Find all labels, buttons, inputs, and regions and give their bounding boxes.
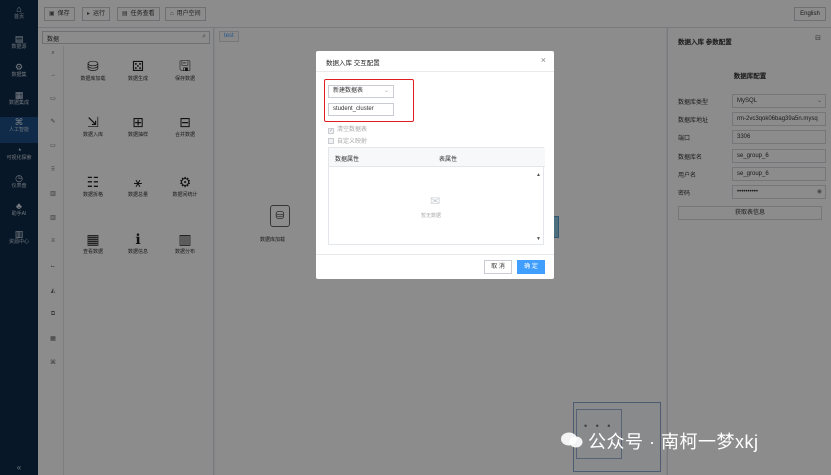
clear-table-label: 清空数据表 [337,127,368,133]
wechat-icon [561,432,583,448]
mapping-table: 数据属性 表属性 ✉ 暂无数据 ▲ ▼ [328,147,545,245]
checkbox-icon: ✓ [328,128,334,134]
close-icon[interactable]: × [541,55,546,65]
watermark-text: 公众号 · 南柯一梦xkj [588,432,759,452]
table-mode-value: 新建数据表 [333,88,364,94]
table-name-input[interactable]: student_cluster [328,103,394,116]
scroll-down-icon[interactable]: ▼ [536,236,541,242]
mapping-table-header: 数据属性 表属性 [329,148,545,167]
clear-table-checkbox[interactable]: ✓ 清空数据表 [328,124,367,134]
dialog-divider [316,71,554,72]
checkbox-icon [328,138,334,144]
col-table-attr: 表属性 [439,157,458,163]
dialog-title: 数据入库 交互配置 [326,60,380,67]
table-mode-select[interactable]: 新建数据表 ⌄ [328,85,394,98]
custom-mapping-checkbox[interactable]: 自定义映射 [328,136,367,146]
empty-inbox-icon: ✉ [429,194,441,208]
empty-text: 暂无数据 [421,213,442,219]
confirm-button[interactable]: 确 定 [517,260,545,274]
table-scrollbar[interactable]: ▲ ▼ [536,168,542,244]
scroll-up-icon[interactable]: ▲ [536,172,541,178]
chevron-down-icon: ⌄ [383,88,389,94]
import-interaction-dialog: 数据入库 交互配置 × 新建数据表 ⌄ student_cluster ✓ 清空数… [316,51,554,279]
cancel-button[interactable]: 取 消 [484,260,512,274]
dialog-footer-divider [316,254,554,255]
custom-mapping-label: 自定义映射 [337,139,368,145]
col-data-attr: 数据属性 [335,157,360,163]
